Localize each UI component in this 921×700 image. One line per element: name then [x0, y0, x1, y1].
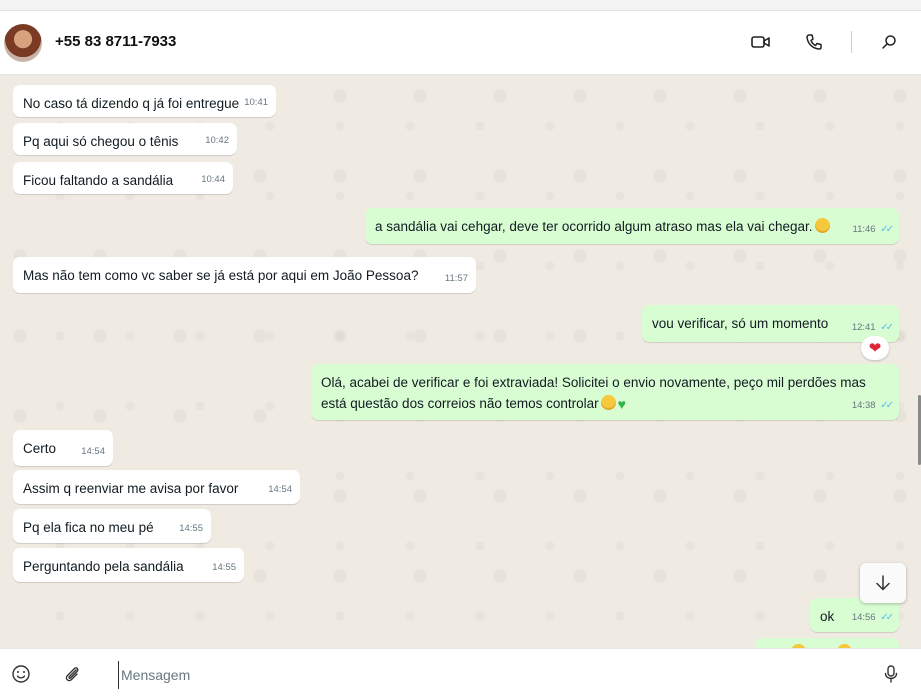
message-text: Pq ela fica no meu pé: [23, 520, 154, 535]
voice-call-icon[interactable]: [803, 31, 825, 53]
contact-avatar[interactable]: [4, 24, 42, 62]
message-text: vou verificar, só um momento: [652, 316, 829, 331]
message-incoming[interactable]: Ficou faltando a sandália 10:44: [13, 162, 233, 194]
message-text: ok: [820, 609, 835, 624]
message-text: Mas não tem como vc saber se já está por…: [23, 268, 419, 283]
message-text: Olá, acabei de verificar e foi extraviad…: [321, 375, 866, 390]
message-time: 10:42: [205, 135, 229, 146]
message-time: 11:46 ✓✓: [852, 224, 894, 235]
chat-header: +55 83 8711-7933: [0, 11, 921, 75]
window-top-strip: [0, 0, 921, 11]
message-incoming[interactable]: No caso tá dizendo q já foi entregue 10:…: [13, 85, 276, 117]
message-time: 12:41 ✓✓: [851, 322, 894, 333]
message-time: 14:38 ✓✓: [851, 400, 894, 411]
microphone-icon[interactable]: [879, 662, 903, 686]
message-incoming[interactable]: Perguntando pela sandália 14:55: [13, 548, 244, 582]
message-text: Perguntando pela sandália: [23, 559, 184, 574]
pensive-emoji-icon: [600, 395, 616, 410]
message-text: Pq aqui só chegou o tênis: [23, 134, 179, 149]
message-time: 14:56 ✓✓: [851, 612, 894, 623]
message-incoming[interactable]: Mas não tem como vc saber se já está por…: [13, 257, 476, 293]
message-time: 14:54: [81, 446, 105, 457]
message-incoming[interactable]: Pq ela fica no meu pé 14:55: [13, 509, 211, 543]
message-time: 14:54: [268, 484, 292, 495]
message-list[interactable]: No caso tá dizendo q já foi entregue 10:…: [0, 76, 921, 648]
message-outgoing[interactable]: ok 14:56 ✓✓: [810, 598, 899, 632]
video-call-icon[interactable]: [750, 31, 772, 53]
message-text: Ficou faltando a sandália: [23, 173, 174, 188]
message-text: No caso tá dizendo q já foi entregue: [23, 96, 240, 111]
message-text: a sandália vai cehgar, deve ter ocorrido…: [375, 219, 813, 234]
read-ticks-icon: ✓✓: [880, 322, 894, 333]
message-incoming[interactable]: Assim q reenviar me avisa por favor 14:5…: [13, 470, 300, 504]
attach-icon[interactable]: [60, 662, 84, 686]
message-incoming[interactable]: Pq aqui só chegou o tênis 10:42: [13, 123, 237, 155]
message-time: 11:57: [444, 273, 468, 284]
message-time: 14:55: [179, 523, 203, 534]
message-time: 14:55: [212, 562, 236, 573]
green-heart-emoji-icon: ♥: [617, 396, 626, 412]
message-outgoing[interactable]: a sandália vai cehgar, deve ter ocorrido…: [365, 208, 899, 244]
message-text: está questão dos correios não temos cont…: [321, 396, 599, 411]
star-struck-emoji-icon: [814, 218, 830, 233]
message-outgoing-partial[interactable]: [755, 638, 899, 648]
search-icon[interactable]: [878, 31, 900, 53]
message-outgoing[interactable]: vou verificar, só um momento 12:41 ✓✓: [642, 305, 899, 342]
message-input[interactable]: [118, 661, 863, 689]
message-incoming[interactable]: Certo 14:54: [13, 430, 113, 466]
heart-reaction-icon[interactable]: ❤: [861, 336, 889, 360]
header-divider: [851, 31, 852, 53]
message-text: Assim q reenviar me avisa por favor: [23, 481, 239, 496]
contact-name[interactable]: +55 83 8711-7933: [55, 33, 176, 50]
message-time: 10:44: [201, 174, 225, 185]
scroll-to-bottom-button[interactable]: [860, 563, 906, 603]
message-outgoing[interactable]: Olá, acabei de verificar e foi extraviad…: [311, 364, 899, 420]
read-ticks-icon: ✓✓: [880, 400, 894, 411]
arrow-down-icon: [876, 575, 890, 591]
emoji-picker-icon[interactable]: [9, 662, 33, 686]
read-ticks-icon: ✓✓: [880, 224, 894, 235]
composer-bar: [0, 648, 921, 700]
message-time: 10:41: [244, 97, 268, 108]
read-ticks-icon: ✓✓: [880, 612, 894, 623]
message-text: Certo: [23, 441, 57, 456]
